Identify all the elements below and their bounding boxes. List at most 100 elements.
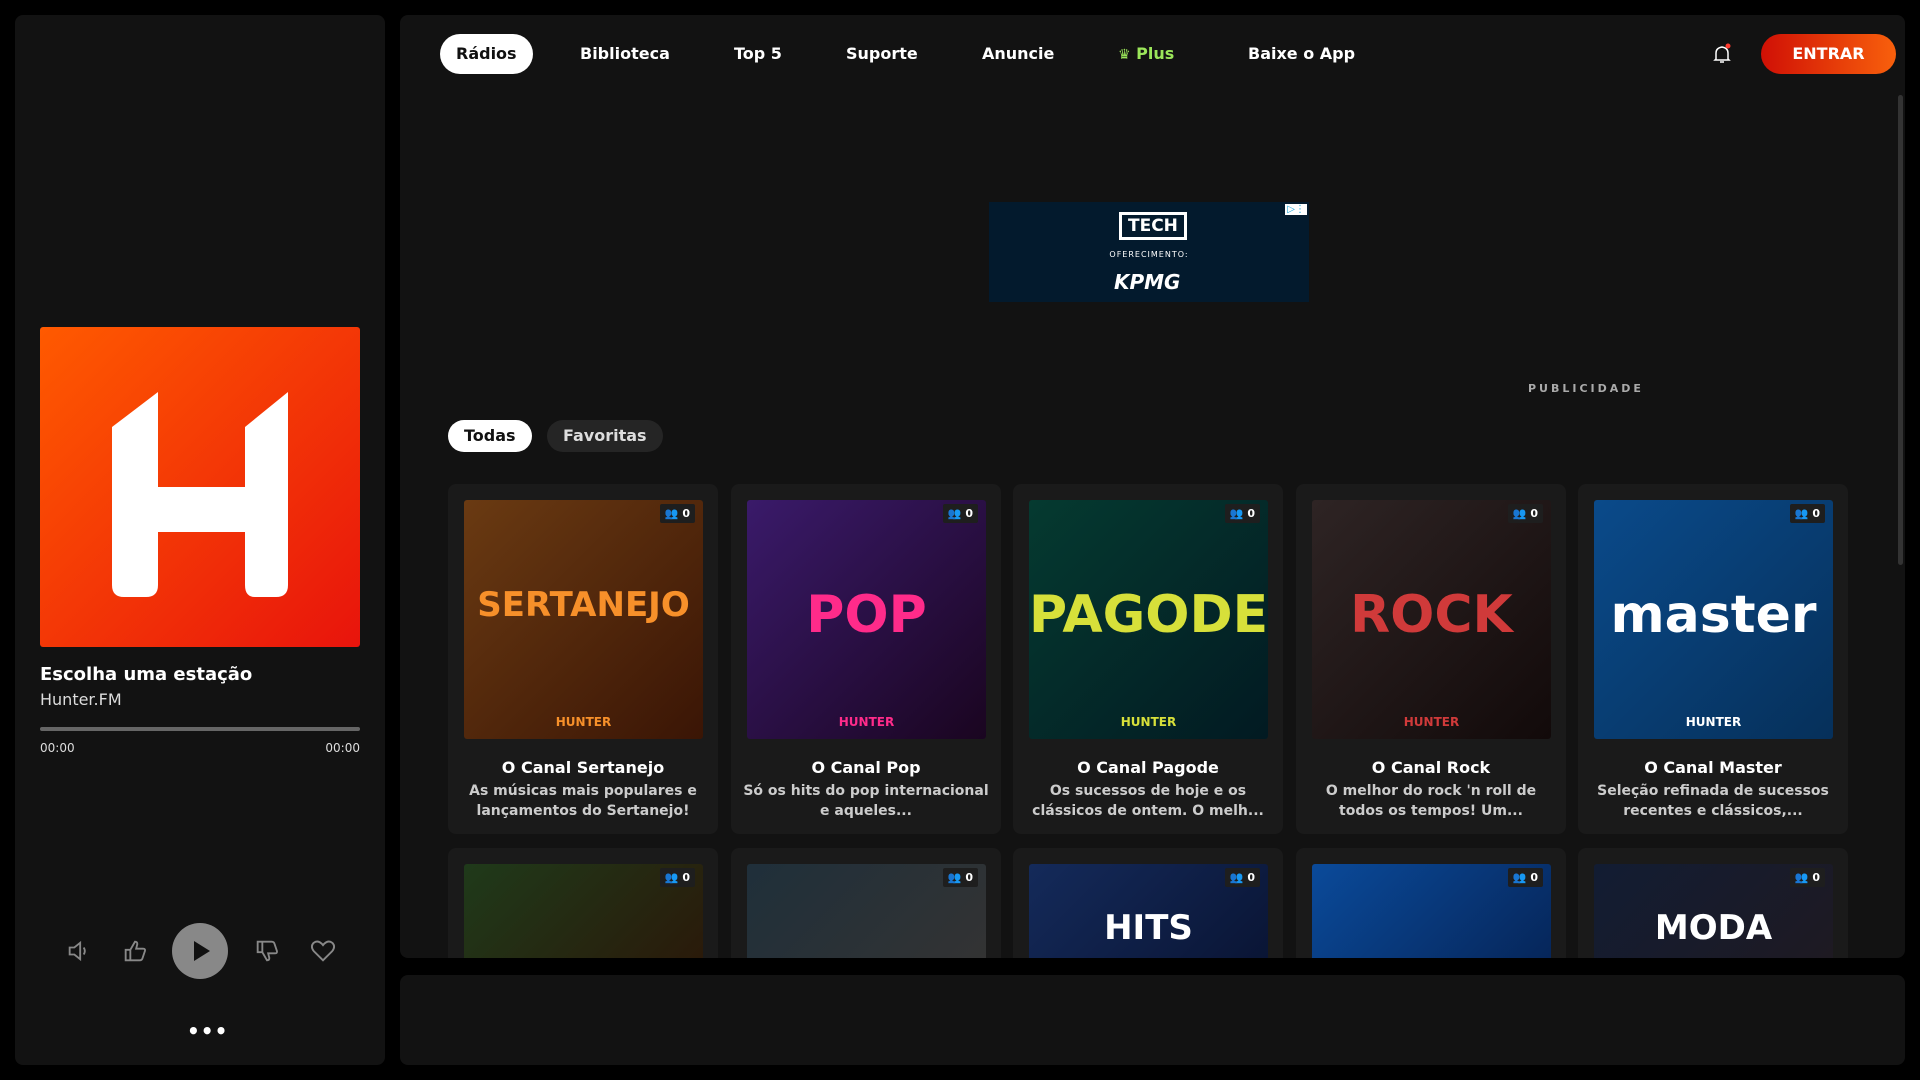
thumbs-down-icon[interactable] (253, 937, 281, 965)
nav-plus[interactable]: ♛ Plus (1118, 34, 1174, 74)
station-card[interactable]: 👥 0 (731, 848, 1001, 958)
station-cover[interactable]: 👥 0 ROCK HUNTER (1312, 500, 1551, 739)
listeners-count: 0 (965, 507, 973, 520)
filter-favoritas[interactable]: Favoritas (547, 420, 663, 452)
station-cover[interactable]: 👥 0 POP HUNTER (747, 500, 986, 739)
listeners-icon: 👥 (947, 871, 962, 884)
listeners-badge: 👥 0 (1507, 504, 1543, 523)
station-logo: ROCK (1350, 585, 1513, 645)
listeners-badge: 👥 0 (1789, 868, 1825, 887)
main-panel: Rádios Biblioteca Top 5 Suporte Anuncie … (400, 15, 1905, 958)
listeners-count: 0 (1247, 507, 1255, 520)
ad-banner[interactable]: TECH OFERECIMENTO: KPMG ▷⋮ (989, 202, 1309, 302)
station-cover[interactable]: 👥 0 (1312, 864, 1551, 958)
listeners-count: 0 (1812, 871, 1820, 884)
play-icon (194, 941, 210, 961)
station-brand: HUNTER (1120, 715, 1177, 729)
station-card[interactable]: 👥 0 HITS (1013, 848, 1283, 958)
station-cover[interactable]: 👥 0 (747, 864, 986, 958)
listeners-badge: 👥 0 (1789, 504, 1825, 523)
station-title: O Canal Rock (1371, 758, 1491, 777)
station-card[interactable]: 👥 0 (1296, 848, 1566, 958)
station-card[interactable]: 👥 0 (448, 848, 718, 958)
heart-icon[interactable] (309, 937, 337, 965)
listeners-badge: 👥 0 (942, 868, 978, 887)
time-current: 00:00 (40, 741, 75, 755)
station-logo: HITS (1104, 908, 1193, 948)
nav-top5[interactable]: Top 5 (734, 34, 782, 74)
listeners-count: 0 (1530, 871, 1538, 884)
scrollbar[interactable] (1898, 95, 1903, 565)
ad-offer-text: OFERECIMENTO: (1109, 250, 1189, 259)
station-brand: HUNTER (1685, 715, 1742, 729)
listeners-icon: 👥 (664, 871, 679, 884)
crown-icon: ♛ (1118, 47, 1131, 63)
listeners-icon: 👥 (1512, 871, 1527, 884)
listeners-icon: 👥 (1794, 871, 1809, 884)
station-brand: HUNTER (838, 715, 895, 729)
bottom-bar (400, 975, 1905, 1065)
listeners-icon: 👥 (947, 507, 962, 520)
nav-plus-label: Plus (1136, 44, 1175, 63)
station-cover[interactable]: 👥 0 HITS (1029, 864, 1268, 958)
listeners-badge: 👥 0 (1224, 504, 1260, 523)
ad-tech-logo: TECH (1119, 212, 1187, 240)
station-card[interactable]: 👥 0 POP HUNTER O Canal Pop Só os hits do pop… (731, 484, 1001, 834)
station-title: O Canal Master (1644, 758, 1782, 777)
station-brand: HUNTER (555, 715, 612, 729)
now-playing-title: Escolha uma estação (40, 664, 253, 685)
listeners-count: 0 (1812, 507, 1820, 520)
station-logo: MODA (1654, 908, 1773, 948)
listeners-badge: 👥 0 (1224, 868, 1260, 887)
ad-brand: KPMG (1114, 270, 1181, 294)
nav-suporte[interactable]: Suporte (846, 34, 918, 74)
station-logo: SERTANEJO (477, 585, 690, 625)
station-description: O melhor do rock 'n roll de todos os tem… (1325, 783, 1537, 819)
station-card[interactable]: 👥 0 SERTANEJO HUNTER O Canal Sertanejo As mú… (448, 484, 718, 834)
now-playing-subtitle: Hunter.FM (40, 690, 122, 709)
more-options-icon[interactable]: ••• (187, 1019, 228, 1043)
filter-todas[interactable]: Todas (448, 420, 532, 452)
station-cover[interactable]: 👥 0 MODA (1594, 864, 1833, 958)
listeners-badge: 👥 0 (659, 504, 695, 523)
station-cover[interactable]: 👥 0 SERTANEJO HUNTER (464, 500, 703, 739)
listeners-icon: 👥 (664, 507, 679, 520)
login-button[interactable]: ENTRAR (1761, 34, 1896, 74)
listeners-count: 0 (1530, 507, 1538, 520)
station-description: As músicas mais populares e lançamentos … (469, 783, 697, 819)
listeners-badge: 👥 0 (942, 504, 978, 523)
notification-bell-icon[interactable] (1710, 42, 1734, 66)
listeners-count: 0 (682, 507, 690, 520)
nav-anuncie[interactable]: Anuncie (982, 34, 1054, 74)
station-card[interactable]: 👥 0 MODA (1578, 848, 1848, 958)
station-card[interactable]: 👥 0 PAGODE HUNTER O Canal Pagode Os sucessos… (1013, 484, 1283, 834)
hunter-logo-icon (112, 392, 288, 597)
station-logo: master (1610, 585, 1817, 645)
station-description: Seleção refinada de sucessos recentes e … (1597, 783, 1829, 819)
listeners-badge: 👥 0 (1507, 868, 1543, 887)
listeners-icon: 👥 (1512, 507, 1527, 520)
listeners-count: 0 (682, 871, 690, 884)
nav-baixe-app[interactable]: Baixe o App (1248, 34, 1355, 74)
station-cover[interactable]: 👥 0 PAGODE HUNTER (1029, 500, 1268, 739)
play-button[interactable] (172, 923, 228, 979)
station-cover[interactable]: 👥 0 (464, 864, 703, 958)
time-total: 00:00 (325, 741, 360, 755)
adchoices-icon[interactable]: ▷⋮ (1285, 204, 1307, 215)
thumbs-up-icon[interactable] (121, 937, 149, 965)
station-artwork (40, 327, 360, 647)
station-cover[interactable]: 👥 0 master HUNTER (1594, 500, 1833, 739)
nav-radios[interactable]: Rádios (440, 34, 533, 74)
listeners-icon: 👥 (1794, 507, 1809, 520)
station-description: Os sucessos de hoje e os clássicos de on… (1032, 783, 1264, 819)
nav-biblioteca[interactable]: Biblioteca (580, 34, 670, 74)
listeners-icon: 👥 (1229, 507, 1244, 520)
player-panel: Escolha uma estação Hunter.FM 00:00 00:0… (15, 15, 385, 1065)
progress-bar[interactable] (40, 727, 360, 731)
volume-icon[interactable] (65, 937, 93, 965)
station-title: O Canal Pagode (1077, 758, 1219, 777)
station-card[interactable]: 👥 0 ROCK HUNTER O Canal Rock O melhor do roc… (1296, 484, 1566, 834)
station-card[interactable]: 👥 0 master HUNTER O Canal Master Seleção ref… (1578, 484, 1848, 834)
station-title: O Canal Pop (811, 758, 921, 777)
station-logo: POP (806, 585, 927, 645)
